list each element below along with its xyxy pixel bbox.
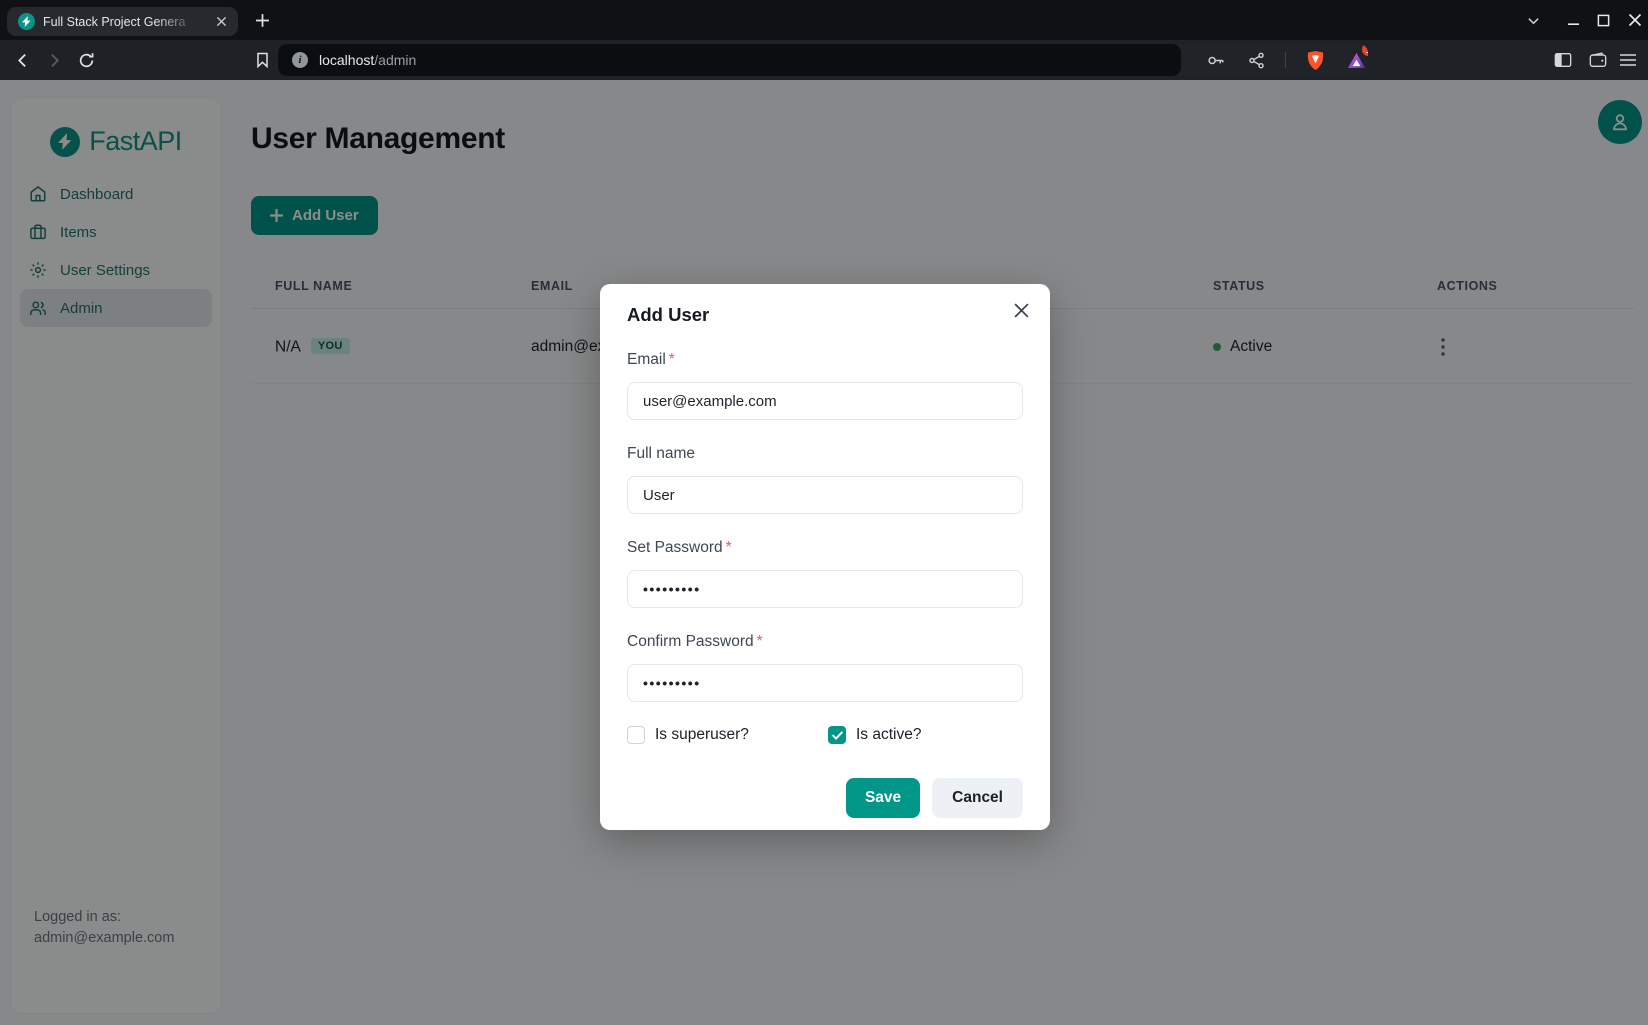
bookmark-icon[interactable] — [250, 48, 274, 72]
url-path: /admin — [374, 52, 416, 68]
brave-shield-icon[interactable] — [1303, 48, 1327, 72]
is-superuser-checkbox[interactable]: Is superuser? — [627, 726, 828, 744]
window-close-button[interactable] — [1623, 8, 1647, 32]
browser-toolbar: i localhost/admin — [0, 40, 1648, 80]
full-name-field[interactable] — [627, 476, 1023, 514]
check-icon — [832, 731, 843, 740]
site-info-icon[interactable]: i — [292, 52, 308, 68]
modal-actions: Save Cancel — [627, 778, 1023, 818]
url-field[interactable]: i localhost/admin — [278, 44, 1181, 76]
set-password-label: Set Password* — [627, 539, 1023, 557]
fastapi-favicon-icon — [18, 13, 35, 30]
confirm-password-field[interactable] — [627, 664, 1023, 702]
browser-window: Full Stack Project Genera — [0, 0, 1648, 1025]
sidebar-toggle-icon[interactable] — [1551, 48, 1575, 72]
divider — [1285, 52, 1286, 68]
tab-search-chevron-icon[interactable] — [1521, 8, 1545, 32]
back-button[interactable] — [10, 48, 34, 72]
set-password-field[interactable] — [627, 570, 1023, 608]
tab-strip: Full Stack Project Genera — [0, 0, 1648, 40]
tab-close-icon[interactable] — [211, 12, 231, 32]
save-button[interactable]: Save — [846, 778, 920, 818]
confirm-password-field-group: Confirm Password* — [627, 633, 1023, 702]
checkbox-label: Is active? — [856, 726, 921, 744]
tab-title: Full Stack Project Genera — [43, 15, 203, 29]
urlbar-actions: 1 — [1181, 44, 1368, 76]
brave-rewards-icon[interactable]: 1 — [1344, 48, 1368, 72]
share-icon[interactable] — [1244, 48, 1268, 72]
checkbox-row: Is superuser? Is active? — [627, 726, 1023, 744]
modal-title: Add User — [627, 304, 1023, 326]
reload-button[interactable] — [74, 48, 98, 72]
is-active-checkbox[interactable]: Is active? — [828, 726, 921, 744]
add-user-modal: Add User Email* Full name Set Password* … — [600, 284, 1050, 830]
url-text: localhost/admin — [319, 52, 416, 68]
wallet-icon[interactable] — [1586, 48, 1610, 72]
close-icon — [1014, 303, 1029, 318]
new-tab-button[interactable] — [250, 8, 274, 32]
checkbox-label: Is superuser? — [655, 726, 749, 744]
confirm-password-label: Confirm Password* — [627, 633, 1023, 651]
modal-close-button[interactable] — [1005, 294, 1037, 326]
required-mark: * — [757, 633, 763, 650]
password-key-icon[interactable] — [1203, 48, 1227, 72]
email-label: Email* — [627, 351, 1023, 369]
window-minimize-button[interactable] — [1561, 8, 1585, 32]
email-field[interactable] — [627, 382, 1023, 420]
checkbox-box[interactable] — [627, 726, 645, 744]
required-mark: * — [726, 539, 732, 556]
url-host: localhost — [319, 52, 374, 68]
browser-tab[interactable]: Full Stack Project Genera — [7, 7, 238, 36]
address-bar[interactable]: i localhost/admin — [278, 44, 1368, 76]
cancel-button[interactable]: Cancel — [932, 778, 1023, 818]
required-mark: * — [669, 351, 675, 368]
forward-button[interactable] — [42, 48, 66, 72]
checkbox-box[interactable] — [828, 726, 846, 744]
email-field-group: Email* — [627, 351, 1023, 420]
menu-hamburger-icon[interactable] — [1616, 48, 1640, 72]
full-name-label: Full name — [627, 445, 1023, 463]
set-password-field-group: Set Password* — [627, 539, 1023, 608]
full-name-field-group: Full name — [627, 445, 1023, 514]
window-maximize-button[interactable] — [1591, 8, 1615, 32]
